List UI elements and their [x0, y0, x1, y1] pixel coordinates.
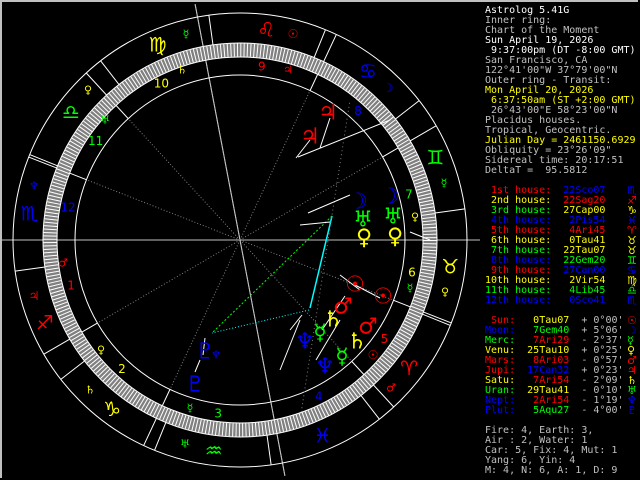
planet-icon: ☿ [313, 321, 327, 346]
sign-divider [360, 395, 380, 420]
planet-icon: ♆ [295, 330, 315, 355]
transit-planet-icon: ☿ [407, 282, 414, 295]
transit-planet-icon: ♂ [58, 257, 68, 270]
transit-planet-icon: ♆ [29, 180, 39, 193]
house-number: 4 [315, 389, 323, 403]
planet-icon: ♇ [627, 404, 637, 417]
aspect-line-sextile [211, 215, 333, 334]
sign-divider [15, 266, 45, 272]
house-number: 6 [408, 266, 416, 280]
planet-icon: ♆ [315, 355, 335, 380]
house-number: 1 [67, 279, 75, 293]
house-number: 7 [405, 187, 413, 201]
sign-divider [395, 100, 420, 120]
transit-planet-icon: ♃ [283, 64, 293, 77]
planet-icon: ♇ [195, 340, 215, 365]
house-number: 8 [354, 104, 362, 118]
transit-planet-icon: ♄ [177, 64, 187, 77]
house-number: 9 [258, 59, 266, 73]
zodiac-sign-icon: ♓ [313, 423, 331, 447]
planet-icon: ☿ [335, 345, 349, 370]
house-cusp-line [239, 90, 311, 241]
info-text: DeltaT = 95.5812 [485, 165, 588, 176]
planet-position: 5Aqu27 [527, 405, 570, 416]
transit-planet-icon: ☽ [383, 81, 394, 95]
zodiac-sign-icon: ♑ [103, 397, 121, 421]
house-number: 5 [381, 332, 389, 346]
planet-deviation: - 4°00' [581, 405, 624, 416]
sign-divider [60, 360, 85, 380]
transit-planet-icon: ♀ [97, 344, 105, 357]
planet-icon: ♀ [356, 226, 372, 251]
planet-label: Plut: [485, 405, 516, 416]
zodiac-sign-icon: ♐ [36, 310, 54, 334]
sign-icon: ♏ [627, 294, 637, 307]
planet-icon: ♀ [387, 225, 403, 250]
zodiac-sign-icon: ♌ [257, 18, 275, 42]
info-line: DeltaT = 95.5812 [485, 166, 587, 176]
planet-icon: ♃ [318, 101, 338, 126]
planet-icon: ♄ [347, 330, 367, 355]
sign-divider [266, 435, 272, 465]
house-cusp-line [97, 239, 241, 324]
transit-planet-icon: ♃ [29, 289, 40, 303]
transit-planet-icon: ♅ [100, 114, 110, 127]
house-cusp-line [86, 179, 241, 241]
sign-divider [313, 29, 326, 58]
transit-planet-icon: ☿ [183, 28, 190, 41]
house-cusp-position: 0Sco41 [563, 295, 606, 306]
planet-row: Plut: 5Aqu27 - 4°00' ♇ [485, 405, 637, 416]
house-cusp-line [127, 118, 241, 241]
info-panel: Astrolog 5.41G Inner ring: Chart of the Mo… [480, 0, 640, 480]
zodiac-sign-icon: ♉ [441, 254, 459, 278]
transit-planet-icon: ♀ [84, 84, 92, 97]
transit-planet-icon: ☉ [288, 27, 299, 41]
house-number: 12 [60, 200, 75, 214]
element-summary-line: M: 4, N: 6, A: 1, D: 9 [485, 466, 617, 476]
summary-text: M: 4, N: 6, A: 1, D: 9 [485, 465, 618, 476]
transit-planet-icon: ♂ [386, 382, 396, 395]
zodiac-sign-icon: ♎ [62, 100, 80, 124]
house-cusp-line [169, 239, 241, 390]
chart-wheel[interactable]: ♈♉♊♋♌♍♎♏♐♑♒♓123456789101112☿ ☉☽♀♆♃♄♅♂☉♀☿♀… [0, 0, 480, 480]
zodiac-sign-icon: ♏ [21, 202, 39, 226]
transit-planet-icon: ☿ [187, 402, 194, 415]
planet-icon: ♃ [300, 125, 320, 150]
sign-divider [154, 422, 167, 451]
sign-divider [208, 15, 214, 45]
zodiac-sign-icon: ♊ [426, 146, 444, 170]
house-row: 12th house: 0Sco41 ♏ [485, 295, 637, 306]
glyph-leader-line [299, 221, 331, 226]
sign-divider [422, 313, 451, 326]
sign-divider [100, 60, 120, 85]
aspect-line-trine [309, 215, 333, 309]
house-number: 11 [88, 134, 103, 148]
house-number: 3 [214, 407, 222, 421]
house-number: 2 [118, 362, 126, 376]
glyph-leader-line [307, 194, 351, 214]
transit-planet-icon: ☉ [368, 348, 379, 362]
sign-divider [29, 154, 58, 167]
planet-icon: ☉ [373, 285, 393, 310]
zodiac-sign-icon: ♋ [359, 59, 377, 83]
sign-divider [435, 208, 465, 214]
house-number: 10 [154, 77, 169, 91]
zodiac-sign-icon: ♍ [149, 33, 167, 57]
transit-planet-icon: ☿ [441, 177, 448, 190]
zodiac-sign-icon: ♈ [400, 356, 418, 380]
transit-planet-icon: ♅ [180, 438, 190, 451]
transit-planet-icon: ♀ [411, 211, 419, 224]
transit-planet-icon: ♄ [85, 384, 95, 397]
glyph-leader-line [289, 314, 303, 331]
house-label: 12th house: [485, 295, 552, 306]
transit-planet-icon: ♀ [441, 286, 449, 299]
zodiac-sign-icon: ♒ [205, 438, 223, 462]
planet-icon: ♇ [185, 373, 205, 398]
